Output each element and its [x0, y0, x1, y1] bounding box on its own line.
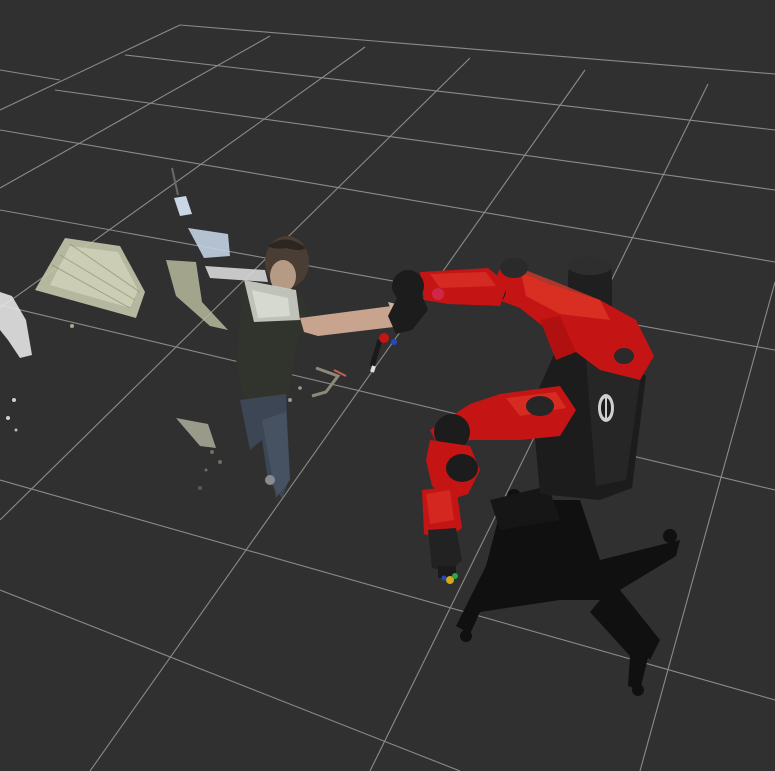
- robot-pedestal: [456, 486, 680, 696]
- red-dual-arm-robot-model[interactable]: [369, 257, 680, 696]
- point-cloud-table-surface: [35, 238, 145, 318]
- rgbd-point-cloud: [0, 167, 414, 498]
- grid-plane: [0, 24, 775, 771]
- scene-canvas[interactable]: [0, 0, 775, 771]
- point-cloud-left-object: [0, 292, 74, 432]
- 3d-viewport[interactable]: [0, 0, 775, 771]
